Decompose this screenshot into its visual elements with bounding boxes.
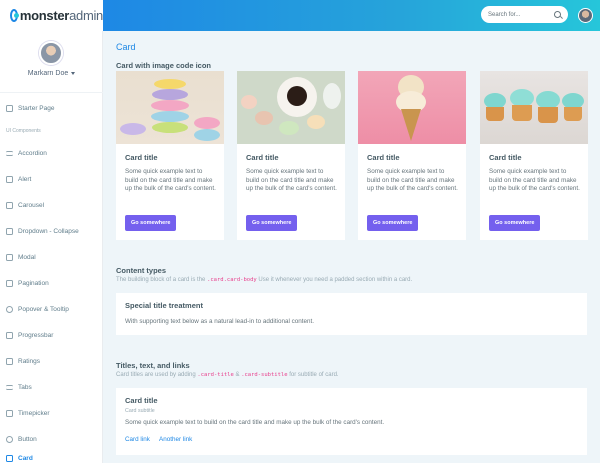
- card-text: Some quick example text to build on the …: [489, 168, 580, 193]
- go-somewhere-button[interactable]: Go somewhere: [125, 215, 177, 231]
- sidebar-item-label: Tabs: [18, 383, 32, 391]
- accordion-icon: [6, 150, 13, 156]
- sidebar-item-label: Timepicker: [18, 409, 50, 417]
- page-title: Card: [116, 42, 136, 52]
- titles-description: Card titles are used by adding .card-tit…: [116, 372, 339, 378]
- section-heading: Card with image code icon: [116, 61, 212, 70]
- content-types-description: The building block of a card is the .car…: [116, 277, 413, 283]
- sidebar-item-label: Button: [18, 435, 37, 443]
- logo-icon: [10, 9, 19, 22]
- sidebar-item-label: Popover & Tooltip: [18, 305, 69, 313]
- image-card: Card title Some quick example text to bu…: [116, 71, 224, 240]
- sidebar: Markarn Doe Starter Page UI Components A…: [0, 31, 103, 463]
- search-box[interactable]: Search for...: [481, 6, 568, 23]
- dropdown-icon: [6, 227, 13, 235]
- card-title: Card title: [367, 153, 400, 162]
- sidebar-item-label: Card: [18, 454, 33, 462]
- alert-icon: [6, 175, 13, 183]
- image-card: Card title Some quick example text to bu…: [237, 71, 345, 240]
- user-avatar[interactable]: [578, 8, 593, 23]
- sidebar-item-button[interactable]: Button: [6, 433, 37, 445]
- card-text: With supporting text below as a natural …: [125, 318, 315, 325]
- brand-name: monsteradmin: [19, 8, 103, 23]
- card-image-cupcakes: [480, 71, 588, 144]
- sidebar-item-card[interactable]: Card: [6, 452, 33, 463]
- card-subtitle: Card subtitle: [125, 408, 155, 414]
- sidebar-item-accordion[interactable]: Accordion: [6, 147, 47, 159]
- sidebar-item-label: Dropdown - Collapse: [18, 227, 79, 235]
- sidebar-item-label: Pagination: [18, 279, 49, 287]
- profile-avatar[interactable]: [39, 41, 63, 65]
- titles-heading: Titles, text, and links: [116, 361, 190, 370]
- card-icon: [6, 454, 13, 462]
- sidebar-item-label: Starter Page: [18, 104, 55, 112]
- special-title-card: Special title treatment With supporting …: [116, 293, 587, 335]
- chevron-down-icon: [71, 71, 76, 75]
- image-card: Card title Some quick example text to bu…: [480, 71, 588, 240]
- gear-icon: [6, 305, 13, 313]
- carousel-icon: [6, 201, 13, 209]
- card-image-coffee: [237, 71, 345, 144]
- go-somewhere-button[interactable]: Go somewhere: [367, 215, 419, 231]
- another-link[interactable]: Another link: [159, 436, 192, 443]
- inline-code: .card.card-body: [207, 277, 257, 283]
- sidebar-item-popover-tooltip[interactable]: Popover & Tooltip: [6, 303, 69, 315]
- sidebar-item-label: Alert: [18, 175, 32, 183]
- sidebar-item-progressbar[interactable]: Progressbar: [6, 329, 53, 341]
- sidebar-item-label: Accordion: [18, 149, 47, 157]
- card-title: Card title: [125, 153, 158, 162]
- page-icon: [6, 104, 13, 112]
- calendar-icon: [6, 409, 13, 417]
- sidebar-item-label: Ratings: [18, 357, 41, 365]
- card-link[interactable]: Card link: [125, 436, 150, 443]
- pagination-icon: [6, 279, 13, 287]
- sidebar-item-ratings[interactable]: Ratings: [6, 355, 40, 367]
- go-somewhere-button[interactable]: Go somewhere: [246, 215, 298, 231]
- card-text: Some quick example text to build on the …: [246, 168, 337, 193]
- bar-chart-icon: [6, 331, 13, 339]
- card-image-macarons: [116, 71, 224, 144]
- sidebar-item-dropdown-collapse[interactable]: Dropdown - Collapse: [6, 225, 79, 237]
- inline-code: .card-subtitle: [241, 372, 288, 378]
- brand-logo[interactable]: monsteradmin: [0, 0, 103, 31]
- divider: [0, 92, 103, 93]
- star-icon: [6, 357, 13, 365]
- sidebar-item-pagination[interactable]: Pagination: [6, 277, 49, 289]
- button-icon: [6, 435, 13, 443]
- card-image-ice-cream: [358, 71, 466, 144]
- topbar-header: Search for...: [103, 0, 600, 31]
- search-input[interactable]: Search for...: [488, 12, 554, 18]
- modal-icon: [6, 253, 13, 261]
- sidebar-item-label: Carousel: [18, 201, 45, 209]
- sidebar-section-label: UI Components: [6, 128, 41, 134]
- tabs-icon: [6, 384, 13, 390]
- titles-card: Card title Card subtitle Some quick exam…: [116, 388, 587, 455]
- card-text: Some quick example text to build on the …: [125, 419, 385, 426]
- sidebar-item-label: Progressbar: [18, 331, 54, 339]
- card-text: Some quick example text to build on the …: [125, 168, 216, 193]
- card-title: Card title: [489, 153, 522, 162]
- sidebar-item-timepicker[interactable]: Timepicker: [6, 407, 50, 419]
- sidebar-item-tabs[interactable]: Tabs: [6, 381, 32, 393]
- card-title: Card title: [125, 396, 158, 405]
- sidebar-item-modal[interactable]: Modal: [6, 251, 36, 263]
- card-title: Card title: [246, 153, 279, 162]
- card-title: Special title treatment: [125, 301, 203, 310]
- search-icon[interactable]: [554, 11, 561, 18]
- sidebar-item-starter-page[interactable]: Starter Page: [6, 102, 55, 114]
- sidebar-item-label: Modal: [18, 253, 36, 261]
- content-types-heading: Content types: [116, 266, 167, 275]
- go-somewhere-button[interactable]: Go somewhere: [489, 215, 541, 231]
- sidebar-item-carousel[interactable]: Carousel: [6, 199, 44, 211]
- topbar: monsteradmin Search for...: [0, 0, 600, 31]
- image-card: Card title Some quick example text to bu…: [358, 71, 466, 240]
- card-text: Some quick example text to build on the …: [367, 168, 458, 193]
- sidebar-item-alert[interactable]: Alert: [6, 173, 31, 185]
- inline-code: .card-title: [197, 372, 234, 378]
- profile-name[interactable]: Markarn Doe: [0, 70, 103, 77]
